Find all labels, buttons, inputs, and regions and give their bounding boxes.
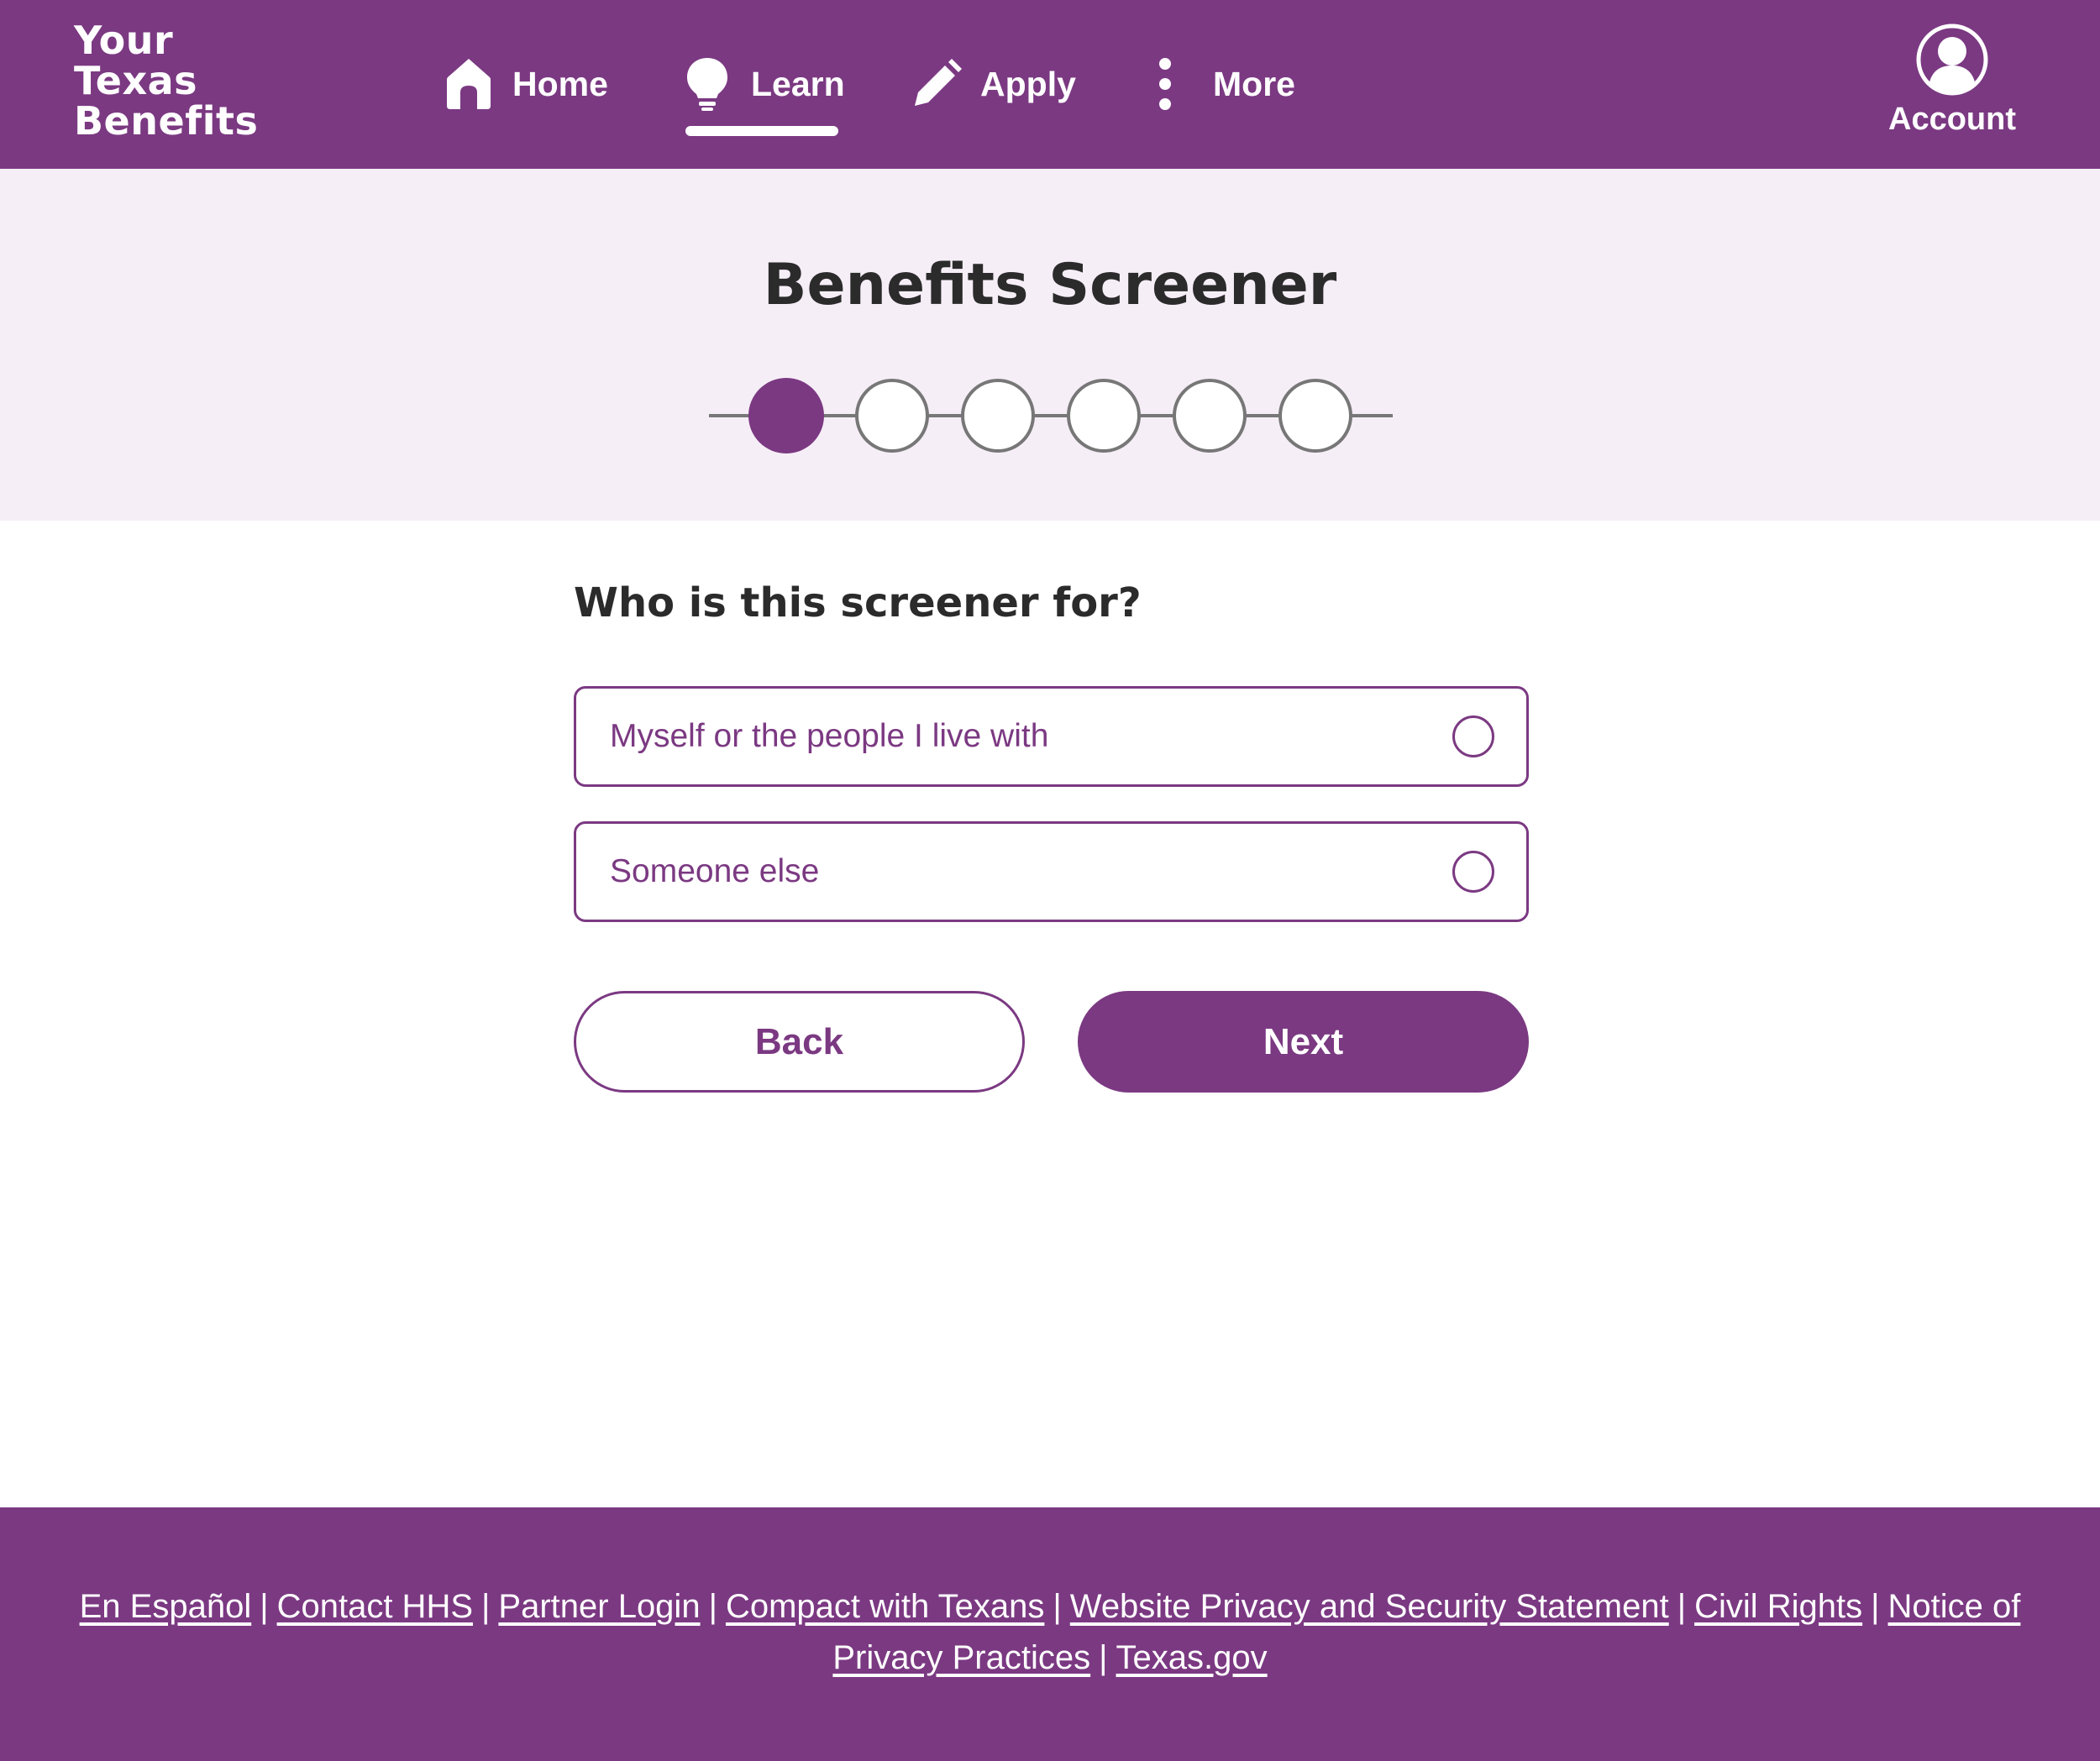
lightbulb-icon — [682, 55, 732, 113]
footer-link-contact-hhs[interactable]: Contact HHS — [277, 1588, 473, 1625]
footer-link-compact[interactable]: Compact with Texans — [726, 1588, 1044, 1625]
footer-separator: | — [708, 1588, 717, 1625]
footer-separator: | — [1099, 1639, 1108, 1676]
logo-line-1: Your — [74, 18, 174, 63]
step-indicator — [1067, 379, 1141, 453]
logo-line-3: Benefits — [74, 98, 259, 144]
option-myself[interactable]: Myself or the people I live with — [574, 686, 1529, 787]
footer-link-privacy-security[interactable]: Website Privacy and Security Statement — [1070, 1588, 1669, 1625]
footer-links: En Español | Contact HHS | Partner Login | Com… — [50, 1581, 2050, 1684]
nav-home-label: Home — [512, 64, 608, 103]
hero-band — [0, 169, 2100, 521]
more-vertical-icon — [1144, 55, 1186, 113]
nav-home[interactable]: Home — [444, 52, 608, 116]
account-icon — [1916, 24, 1988, 100]
nav-apply-label: Apply — [980, 64, 1076, 103]
progress-stepper — [709, 378, 1393, 453]
back-button[interactable]: Back — [574, 991, 1025, 1093]
home-icon — [444, 55, 494, 113]
pencil-icon — [911, 55, 962, 113]
account-label: Account — [1888, 102, 2016, 137]
radio-button-myself[interactable] — [1452, 715, 1494, 757]
next-button[interactable]: Next — [1078, 991, 1529, 1093]
footer-separator: | — [481, 1588, 491, 1625]
footer-separator: | — [1053, 1588, 1062, 1625]
active-nav-indicator — [685, 126, 838, 136]
site-logo[interactable]: Your Texas Benefits — [74, 20, 258, 141]
step-indicator — [961, 379, 1035, 453]
site-header: Your Texas Benefits Home Learn Apply Mor… — [0, 0, 2100, 169]
radio-button-someone-else[interactable] — [1452, 851, 1494, 893]
step-indicator — [1278, 379, 1352, 453]
nav-more-label: More — [1213, 64, 1295, 103]
option-someone-else-label: Someone else — [610, 853, 820, 889]
nav-more[interactable]: More — [1144, 52, 1295, 116]
site-footer: En Español | Contact HHS | Partner Login | Com… — [0, 1507, 2100, 1761]
account-button[interactable]: Account — [1888, 24, 2016, 138]
question-heading: Who is this screener for? — [574, 579, 1142, 626]
nav-learn[interactable]: Learn — [682, 52, 845, 116]
step-indicator — [1173, 379, 1247, 453]
footer-link-civil-rights[interactable]: Civil Rights — [1694, 1588, 1862, 1625]
option-someone-else[interactable]: Someone else — [574, 821, 1529, 922]
logo-line-2: Texas — [74, 58, 198, 103]
footer-separator: | — [260, 1588, 269, 1625]
step-indicator-current — [748, 378, 824, 453]
step-indicator — [855, 379, 929, 453]
footer-separator: | — [1677, 1588, 1687, 1625]
footer-separator: | — [1871, 1588, 1880, 1625]
footer-link-partner-login[interactable]: Partner Login — [498, 1588, 700, 1625]
footer-link-espanol[interactable]: En Español — [80, 1588, 252, 1625]
footer-link-texas-gov[interactable]: Texas.gov — [1116, 1639, 1268, 1676]
page-title: Benefits Screener — [763, 252, 1337, 318]
nav-learn-label: Learn — [751, 64, 845, 103]
nav-apply[interactable]: Apply — [911, 52, 1076, 116]
option-myself-label: Myself or the people I live with — [610, 718, 1049, 754]
